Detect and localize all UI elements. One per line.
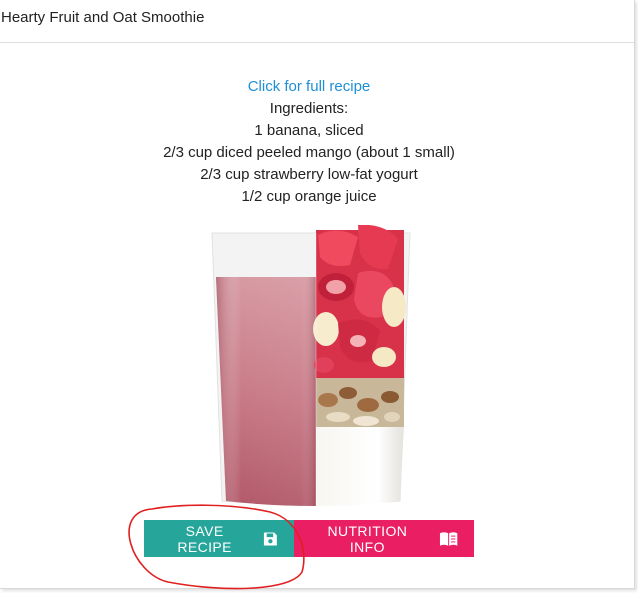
nutrition-info-label: NUTRITION INFO <box>327 522 408 555</box>
ingredient-item: 1/2 cup orange juice <box>241 188 377 205</box>
recipe-content: Click for full recipe Ingredients: 1 ban… <box>0 76 618 208</box>
save-recipe-button[interactable]: SAVE RECIPE <box>144 520 294 557</box>
ingredient-item: 1 banana, sliced <box>254 122 364 139</box>
recipe-title: Hearty Fruit and Oat Smoothie <box>1 9 205 26</box>
book-icon <box>439 531 458 546</box>
card-header: Hearty Fruit and Oat Smoothie <box>0 0 634 43</box>
full-recipe-link[interactable]: Click for full recipe <box>0 76 618 98</box>
nutrition-info-button[interactable]: NUTRITION INFO <box>294 520 474 557</box>
floppy-disk-icon <box>264 532 278 545</box>
recipe-card: Hearty Fruit and Oat Smoothie Click for … <box>0 0 635 589</box>
ingredient-item: 2/3 cup diced peeled mango (about 1 smal… <box>163 144 455 161</box>
ingredient-item: 2/3 cup strawberry low-fat yogurt <box>200 166 418 183</box>
save-recipe-label: SAVE RECIPE <box>177 522 232 555</box>
smoothie-image <box>211 225 411 506</box>
ingredients-heading: Ingredients: <box>269 100 349 117</box>
